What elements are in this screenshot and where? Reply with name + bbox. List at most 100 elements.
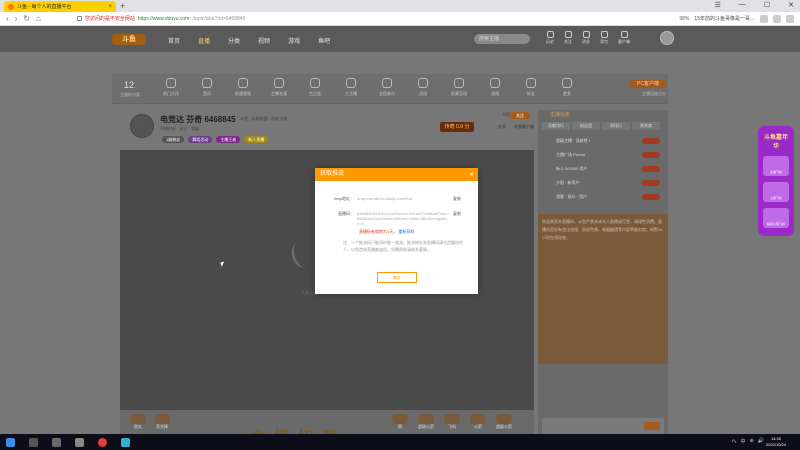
history-button[interactable]: 历史 — [546, 31, 554, 45]
user-avatar[interactable] — [660, 31, 674, 45]
minimize-icon[interactable]: — — [739, 1, 746, 9]
close-window-icon[interactable]: ✕ — [788, 1, 794, 9]
rank-row[interactable]: 新人 000000 用户 — [542, 164, 664, 174]
site-search-input[interactable]: 搜索主播 — [474, 34, 530, 44]
report-link[interactable]: 举报 — [502, 112, 510, 118]
gift-item[interactable]: 超级火箭 — [494, 414, 514, 430]
anchor-tasks[interactable]: 主播任务 — [538, 110, 668, 120]
back-icon[interactable]: ‹ — [6, 14, 9, 23]
extension-icon[interactable] — [760, 14, 768, 23]
app-icon[interactable] — [52, 437, 61, 447]
volume-icon[interactable]: 🔊 — [758, 438, 764, 445]
category-item[interactable]: 热门大作 — [160, 78, 182, 97]
category-item[interactable]: 音乐 — [196, 78, 218, 97]
follow-list-button[interactable]: 关注 — [564, 31, 572, 45]
client-button[interactable]: 客户端 — [618, 31, 630, 45]
rtmp-copy-button[interactable]: 复制 — [449, 196, 461, 202]
news-ticker[interactable]: 15年前的斗鱼哥像是一哥… — [694, 15, 755, 22]
tab-vip[interactable]: 贵宾席 — [632, 122, 660, 130]
gift-item[interactable]: 飞机 — [442, 414, 462, 430]
menu-game[interactable]: 游戏 — [288, 36, 300, 45]
browser-icon[interactable] — [121, 437, 130, 447]
category-item[interactable]: 好友 — [520, 78, 542, 97]
menu-live[interactable]: 直播 — [198, 36, 210, 45]
taskview-icon[interactable] — [29, 437, 38, 447]
confirm-button[interactable]: 确定 — [377, 272, 417, 283]
menu-video[interactable]: 视频 — [258, 36, 270, 45]
messages-button[interactable]: 消息 — [582, 31, 590, 45]
tab-close-icon[interactable]: × — [108, 4, 112, 10]
anchor-avatar[interactable] — [130, 114, 154, 138]
rank-row[interactable]: 夕阳 · 新用户 — [542, 178, 664, 188]
rank-row-action-button[interactable] — [642, 166, 660, 172]
obs-icon[interactable] — [75, 437, 84, 447]
rank-row[interactable]: 超级主播 · 贡献榜 1 — [542, 136, 664, 146]
dialog-close-icon[interactable]: × — [469, 168, 474, 181]
tab-contribution[interactable]: 贡献排行 — [542, 122, 570, 130]
start-icon[interactable] — [6, 437, 15, 447]
address-bar[interactable]: 您访问的是不安全网站 https://www.douyu.com /topic/… — [76, 14, 497, 24]
chat-input[interactable] — [542, 418, 664, 434]
menu-icon[interactable]: ☰ — [715, 1, 721, 9]
rank-row-action-button[interactable] — [642, 180, 660, 186]
category-item[interactable]: 全民参与 — [376, 78, 398, 97]
gift-item[interactable]: 赞 — [390, 414, 410, 430]
anchor-category-tag[interactable]: 斗鱼 · 英雄联盟 · 超级主播 — [240, 116, 287, 122]
category-item[interactable]: 活动 — [412, 78, 434, 97]
taskbar-clock[interactable]: 14:30 2022/10/24 — [766, 436, 786, 448]
send-button[interactable] — [644, 422, 660, 430]
regenerate-link[interactable]: 重新获取 — [398, 229, 414, 234]
promo-item-1[interactable]: 主播飞机 — [763, 156, 789, 176]
stream-key-value[interactable]: 6468845rkUHx7o?wsSecret=0e1a4f7c3d&wsTim… — [357, 211, 449, 226]
rank-row-action-button[interactable] — [642, 152, 660, 158]
menu-home[interactable]: 首页 — [168, 36, 180, 45]
rank-row-action-button[interactable] — [642, 194, 660, 200]
stream-key-copy-button[interactable]: 复制 — [449, 211, 461, 217]
menu-fishbar[interactable]: 鱼吧 — [318, 36, 330, 45]
rank-row-action-button[interactable] — [642, 138, 660, 144]
badge-fan-level[interactable]: 1级粉丝 — [162, 136, 185, 143]
promo-item-2[interactable]: 火箭飞机 — [763, 182, 789, 202]
report-client-button[interactable]: 举报客户端 — [514, 124, 534, 130]
new-tab-button[interactable]: + — [120, 1, 125, 11]
category-item[interactable]: 主播名宠 — [268, 78, 290, 97]
category-item[interactable]: 大主播 — [340, 78, 362, 97]
home-icon[interactable]: ⌂ — [36, 14, 41, 23]
network-icon[interactable]: ⊕ — [750, 438, 754, 445]
gift-item[interactable]: 鱼丸 — [128, 414, 148, 430]
badge-king[interactable]: 主播王者 — [216, 136, 241, 143]
carnival-promo[interactable]: 斗鱼嘉年华 主播飞机 火箭飞机 超级火箭飞机 — [758, 126, 794, 236]
category-item[interactable]: 秒速视频 — [232, 78, 254, 97]
promo-item-3[interactable]: 超级火箭飞机 — [763, 208, 789, 228]
forward-icon[interactable]: › — [15, 14, 18, 23]
rtmp-value[interactable]: rtmp://sendtc3a.douyu.com/live — [357, 196, 449, 201]
profile-icon[interactable] — [786, 14, 794, 23]
category-item[interactable]: 更多 — [556, 78, 578, 97]
browser-tab[interactable]: 斗鱼 - 每个人的直播平台 × — [4, 1, 116, 12]
app-red-icon[interactable] — [98, 437, 107, 447]
pc-client-button[interactable]: PC客户端 — [630, 80, 666, 88]
tab-fans[interactable]: 粉丝团 — [572, 122, 600, 130]
menu-category[interactable]: 分类 — [228, 36, 240, 45]
follow-button[interactable]: 关注 — [510, 112, 530, 119]
share-button[interactable]: 分享 — [498, 124, 506, 130]
category-item[interactable]: 游戏 — [484, 78, 506, 97]
badge-dance[interactable]: 舞蹈活动 — [188, 136, 213, 143]
douyu-logo[interactable]: 斗鱼 — [112, 34, 146, 45]
refresh-icon[interactable]: ↻ — [23, 14, 30, 23]
badge-new[interactable]: 新人直播 — [244, 136, 269, 143]
tab-weekly[interactable]: 周排行 — [602, 122, 630, 130]
ime-icon[interactable]: 中 — [741, 438, 746, 445]
gift-item[interactable]: 荧光棒 — [152, 414, 172, 430]
anchor-rank-badge[interactable]: 传奇 0.9 分 — [440, 122, 474, 132]
tray-expand-icon[interactable]: ヘ — [732, 438, 737, 445]
rank-row[interactable]: 主播广场 Promo — [542, 150, 664, 160]
rank-row[interactable]: 游客 · 观众 · 用户 — [542, 192, 664, 202]
zoom-level[interactable]: 98% — [679, 16, 689, 22]
download-icon[interactable] — [773, 14, 781, 23]
backpack-button[interactable]: 背包 — [600, 31, 608, 45]
maximize-icon[interactable]: ☐ — [764, 1, 770, 9]
gift-item[interactable]: 火箭 — [468, 414, 488, 430]
category-item[interactable]: 生日会 — [304, 78, 326, 97]
gift-item[interactable]: 超级火箭 — [416, 414, 436, 430]
